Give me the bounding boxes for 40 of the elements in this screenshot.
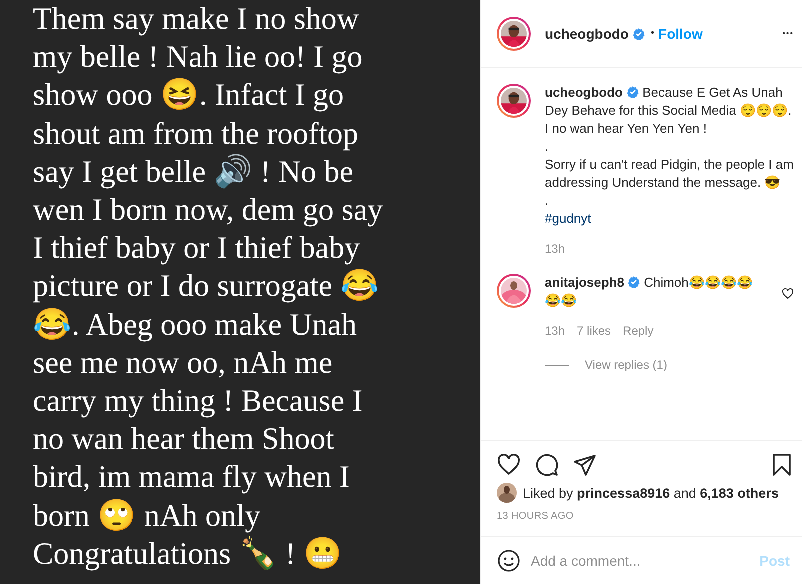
image-text-line: show ooo 😆. Infact I go [33,76,344,114]
time-text: 13h [545,241,566,258]
image-text-line: shout am from the rooftop [33,114,358,153]
caption-text: . [545,192,550,210]
caption-text: . [545,138,550,156]
image-text-line: say I get belle 🔊 ! No be [33,152,354,191]
image-text-line: carry my thing ! Because I [33,382,363,420]
comment-icon[interactable] [535,453,559,477]
heart-icon[interactable] [782,288,794,300]
reply-link[interactable]: Reply [623,322,654,340]
story-ring[interactable] [497,16,531,50]
image-text-line: my belle ! Nah lie oo! I go [33,38,363,76]
image-text-line: born 🙄 nAh only [33,496,261,535]
image-text-line: bird, im mama fly when I [33,458,350,496]
view-replies-link[interactable]: View replies (1) [585,356,668,374]
username-link[interactable]: ucheogbodo [545,26,629,42]
bookmark-icon[interactable] [770,453,794,477]
image-text-line: no wan hear them Shoot [33,420,334,458]
heart-icon[interactable] [497,453,521,477]
image-text-line: Them say make I no show [33,0,360,38]
image-text-line: Congratulations 🍾 ! 😬 [33,534,343,573]
timestamp-text: 13 HOURS AGO [496,510,575,524]
follow-button[interactable]: Follow [658,26,703,42]
share-icon[interactable] [573,453,597,477]
comment-text: anitajoseph8 Chimoh😂😂😂😂😂😂 [545,274,754,310]
hashtag-link[interactable]: #gudnyt [545,211,592,226]
image-text-line: 😂. Abeg ooo make Unah [33,306,357,344]
image-text-line: I thief baby or I thief baby [33,229,360,268]
image-text-line: wen I born now, dem go say [33,191,384,230]
image-text-line: picture or I do surrogate 😂 [33,267,380,306]
liked-by-text: Liked by princessa8916 and 6,183 others [523,486,779,500]
emoji-icon[interactable] [497,548,521,572]
caption-text: ucheogbodo Because E Get As Unah Dey Behave for this Social Media 😌😌😌. I no wan hear Yen Yen Yen ! [545,84,793,138]
time-text: 13h [545,323,566,340]
image-text-line: see me now oo, nAh me [33,344,333,382]
likes-count-link[interactable]: 7 likes [577,322,612,340]
caption-text: Sorry if u can't read Pidgin, the people I am addressing Understand the message. 😎 [545,156,794,192]
story-ring[interactable] [497,84,531,118]
separator-dot: • [651,28,655,39]
more-options-button[interactable]: ••• [782,29,794,38]
